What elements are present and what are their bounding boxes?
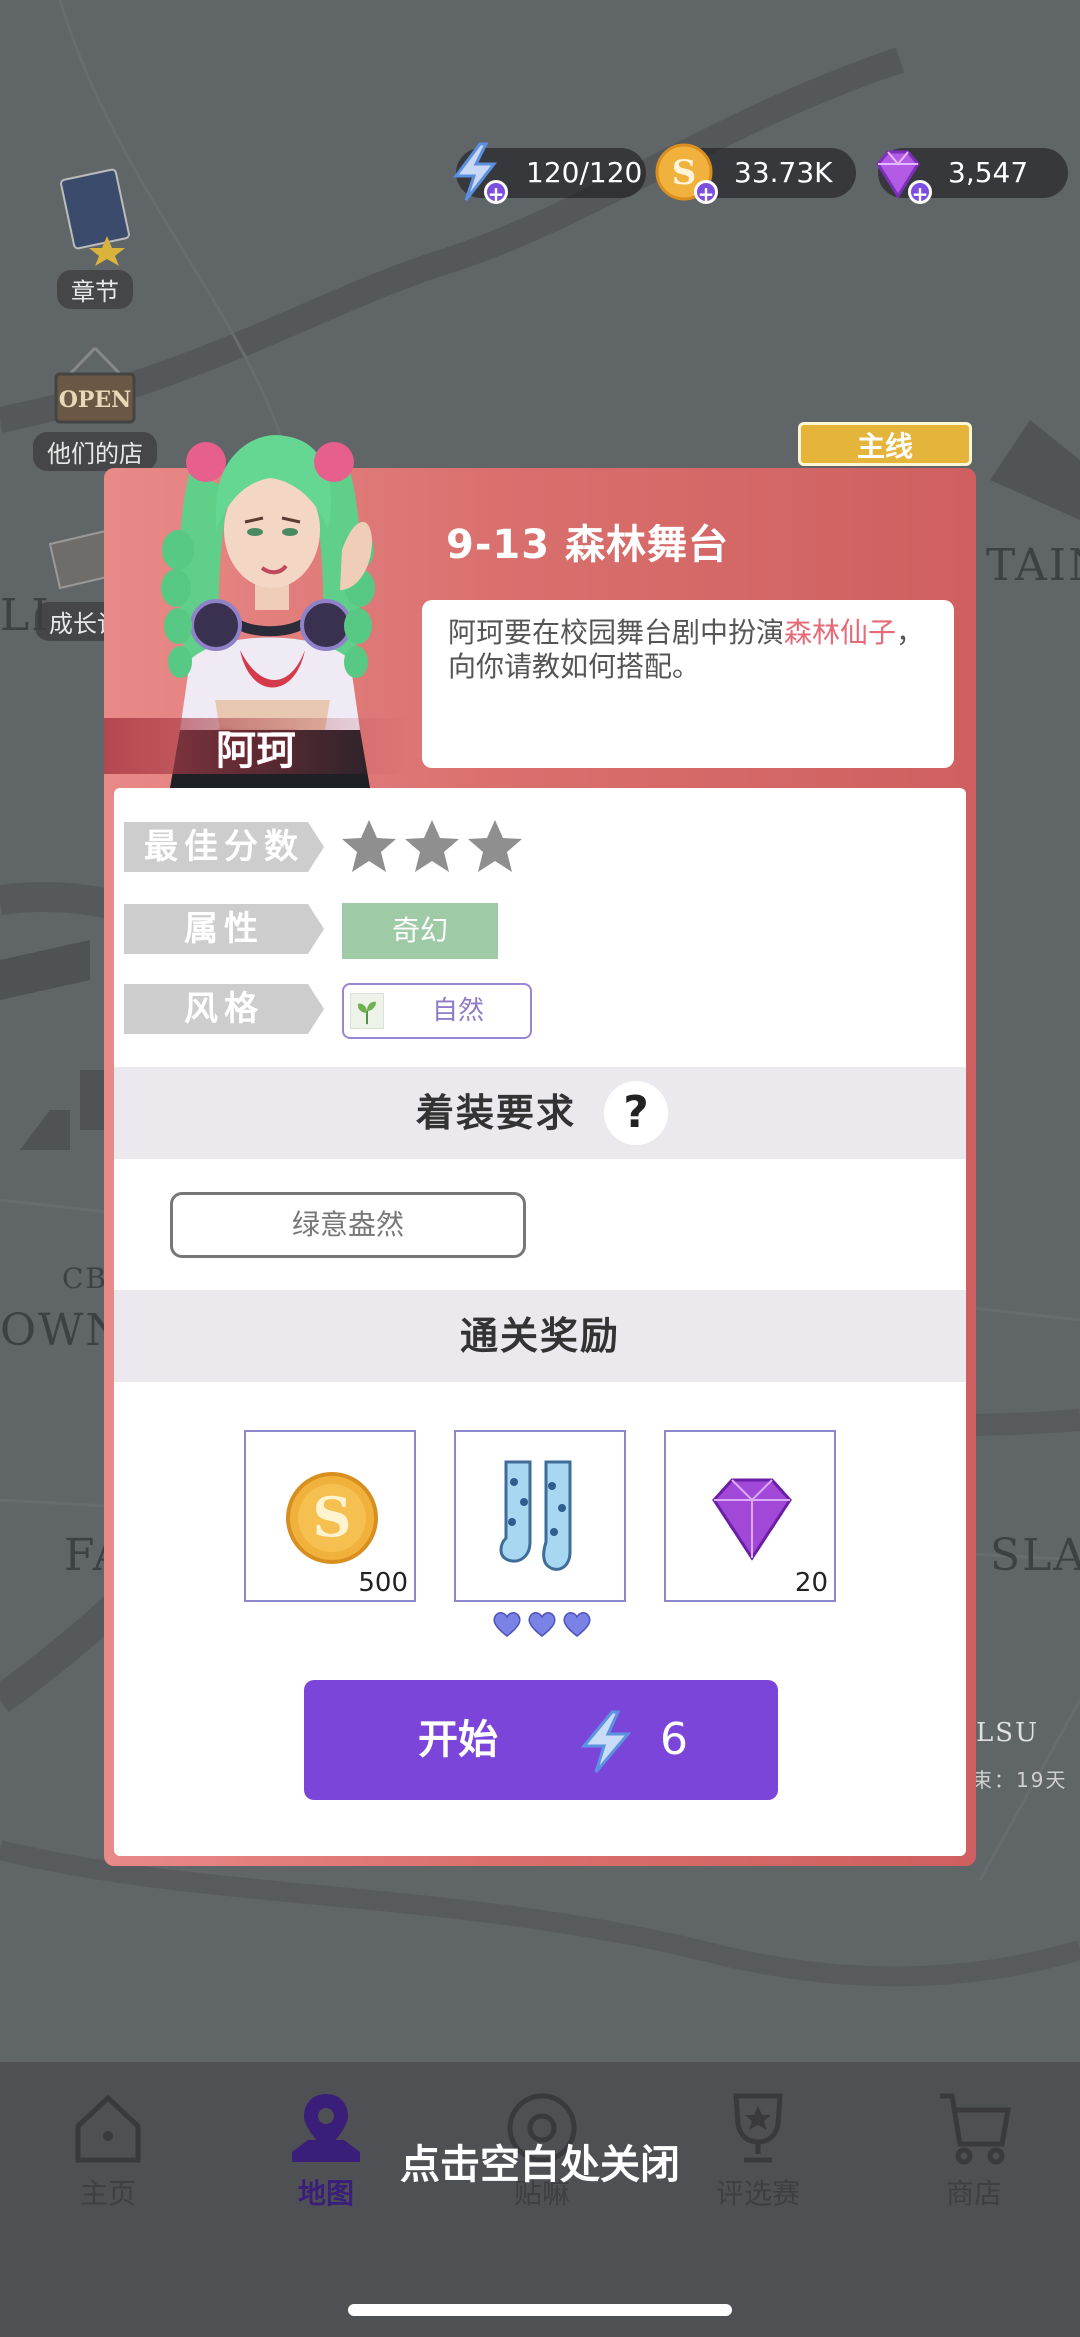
socks-icon — [499, 1460, 572, 1571]
start-button-label: 开始 — [418, 1717, 498, 1763]
character-name: 阿珂 — [216, 728, 296, 774]
rarity-hearts — [493, 1612, 591, 1637]
gem-value: 3,547 — [948, 156, 1029, 189]
start-button[interactable]: 开始 6 — [304, 1680, 778, 1800]
attribute-value: 奇幻 — [342, 903, 498, 959]
description-highlight: 森林仙子 — [784, 616, 897, 649]
stage-description: 阿珂要在校园舞台剧中扮演森林仙子，向你请教如何搭配。 — [422, 600, 954, 768]
side-label-chapters: 章节 — [57, 270, 133, 309]
rewards-title: 通关奖励 — [459, 1314, 620, 1358]
home-indicator[interactable] — [348, 2304, 732, 2316]
svg-text:S: S — [313, 1485, 352, 1549]
star-icon-3 — [468, 820, 522, 872]
map-label-island: SLAN — [990, 1530, 1080, 1581]
sprout-icon — [350, 993, 384, 1029]
gem-add-icon[interactable]: + — [908, 180, 932, 205]
style-value-pill: 自然 — [342, 983, 532, 1039]
coin-add-icon[interactable]: + — [694, 180, 718, 205]
reward-gem-count: 20 — [794, 1568, 828, 1598]
style-value: 自然 — [432, 996, 485, 1026]
description-text: 阿珂要在校园舞台剧中扮演 — [448, 616, 785, 649]
energy-add-icon[interactable]: + — [484, 180, 508, 205]
dress-requirement-tag: 绿意盎然 — [170, 1192, 526, 1258]
coin-value: 33.73K — [734, 156, 833, 189]
best-score-label: 最佳分数 — [124, 822, 324, 872]
reward-gem[interactable]: 20 — [664, 1430, 836, 1602]
help-button[interactable]: ? — [604, 1081, 668, 1145]
map-label-mountain: TAIN — [986, 540, 1080, 591]
rewards-header: 通关奖励 — [114, 1290, 966, 1382]
map-label-lsu: LSU — [976, 1718, 1039, 1748]
tap-to-close-hint: 点击空白处关闭 — [400, 2142, 680, 2188]
chapter-book-icon — [60, 168, 130, 266]
energy-value: 120/120 — [526, 156, 643, 189]
star-icon-1 — [342, 820, 396, 872]
gem-icon — [712, 1478, 792, 1561]
attribute-label: 属性 — [124, 904, 324, 954]
main-story-tag: 主线 — [798, 422, 972, 466]
side-item-chapters[interactable]: 章节 — [30, 166, 160, 309]
reward-coin[interactable]: S 500 — [244, 1430, 416, 1602]
star-icon-2 — [405, 820, 459, 872]
energy-icon — [580, 1710, 632, 1773]
start-energy-cost: 6 — [660, 1714, 688, 1765]
coin-icon: S — [286, 1472, 378, 1564]
dress-requirement-header: 着装要求 — [114, 1067, 966, 1159]
dress-requirement-title: 着装要求 — [415, 1091, 576, 1135]
reward-socks[interactable] — [454, 1430, 626, 1602]
svg-text:S: S — [672, 153, 697, 193]
event-countdown: 束：19天 — [972, 1768, 1068, 1792]
style-label: 风格 — [124, 984, 324, 1034]
stage-title: 9-13 森林舞台 — [446, 522, 730, 568]
reward-coin-count: 500 — [358, 1568, 408, 1598]
